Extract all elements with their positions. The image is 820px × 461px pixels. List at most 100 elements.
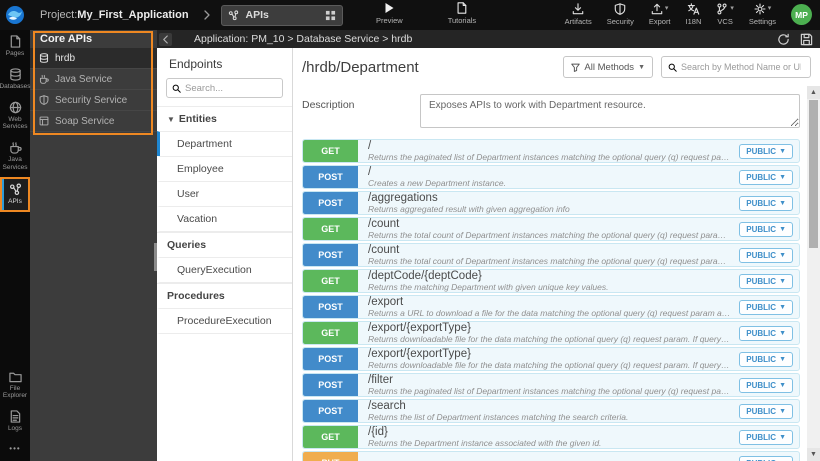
visibility-dropdown[interactable]: PUBLIC ▼	[739, 169, 793, 185]
panel-scrollbar-thumb[interactable]	[154, 243, 157, 271]
more-options-icon[interactable]: •••	[0, 438, 30, 461]
visibility-dropdown[interactable]: PUBLIC ▼	[739, 221, 793, 237]
caret-down-icon: ▼	[779, 199, 786, 207]
endpoint-item[interactable]: QueryExecution	[157, 257, 292, 283]
preview-button[interactable]: Preview	[376, 2, 403, 25]
project-name-value: My_First_Application	[77, 9, 189, 21]
topbar-actions: Artifacts Security ▾ Export I18N ▾ VCS ▾…	[565, 2, 812, 26]
visibility-dropdown[interactable]: PUBLIC ▼	[739, 247, 793, 263]
api-method-row[interactable]: GET /{id} Returns the Department instanc…	[302, 425, 800, 449]
api-method-row[interactable]: POST /search Returns the list of Departm…	[302, 399, 800, 423]
core-api-item-soap-service[interactable]: Soap Service	[30, 111, 157, 132]
upload-icon	[651, 3, 663, 14]
visibility-dropdown[interactable]: PUBLIC ▼	[739, 429, 793, 445]
endpoint-item[interactable]: ProcedureExecution	[157, 308, 292, 334]
user-avatar[interactable]: MP	[791, 4, 812, 25]
shield-icon	[615, 2, 626, 15]
chevron-right-icon	[203, 10, 211, 20]
endpoints-group-entities[interactable]: ▼ Entities	[157, 106, 292, 131]
artifacts-button[interactable]: Artifacts	[565, 2, 592, 26]
sidebar-item-pages[interactable]: Pages	[0, 30, 30, 63]
endpoints-group-procedures[interactable]: Procedures	[157, 283, 292, 308]
visibility-dropdown[interactable]: PUBLIC ▼	[739, 377, 793, 393]
sidebar-item-databases[interactable]: Databases	[0, 63, 31, 96]
methods-filter-dropdown[interactable]: All Methods ▼	[563, 56, 653, 78]
tutorials-label: Tutorials	[447, 16, 477, 25]
method-info: /aggregations Returns aggregated result …	[368, 192, 731, 214]
visibility-label: PUBLIC	[746, 250, 777, 260]
page-icon	[10, 35, 21, 48]
http-method-badge: POST	[303, 400, 358, 422]
sidebar-item-apis[interactable]: APIs	[0, 176, 30, 212]
core-api-item-security-service[interactable]: Security Service	[30, 90, 157, 111]
api-method-row[interactable]: GET /export/{exportType} Returns downloa…	[302, 321, 800, 345]
chevron-left-icon	[163, 34, 168, 44]
scrollbar-thumb[interactable]	[809, 100, 818, 248]
core-api-item-hrdb[interactable]: hrdb	[30, 48, 157, 69]
endpoints-search-input[interactable]	[185, 82, 275, 94]
main-content: /hrdb/Department All Methods ▼ Descripti…	[293, 48, 820, 461]
endpoints-group-queries[interactable]: Queries	[157, 232, 292, 257]
method-description: Returns the Department instance associat…	[368, 438, 602, 448]
scroll-up-button[interactable]: ▲	[807, 86, 820, 99]
methods-filter-label: All Methods	[584, 61, 635, 73]
collapse-panel-button[interactable]	[159, 32, 172, 46]
endpoints-search[interactable]	[166, 78, 283, 98]
wavemaker-logo[interactable]	[0, 0, 30, 30]
sidebar-item-java-services[interactable]: Java Services	[0, 136, 30, 177]
save-icon[interactable]	[800, 33, 813, 46]
api-method-row[interactable]: POST /export/{exportType} Returns downlo…	[302, 347, 800, 371]
visibility-dropdown[interactable]: PUBLIC ▼	[739, 195, 793, 211]
sidebar-item-logs[interactable]: Logs	[0, 405, 30, 438]
api-method-row[interactable]: POST /count Returns the total count of D…	[302, 243, 800, 267]
app-sub-header: Application: PM_10 > Database Service > …	[157, 30, 820, 48]
api-method-row[interactable]: GET / Returns the paginated list of Depa…	[302, 139, 800, 163]
api-method-row[interactable]: GET /deptCode/{deptCode} Returns the mat…	[302, 269, 800, 293]
sidebar-item-file-explorer[interactable]: File Explorer	[0, 366, 30, 406]
vertical-scrollbar[interactable]: ▲ ▼	[807, 86, 820, 461]
refresh-icon[interactable]	[777, 33, 790, 46]
method-search[interactable]	[661, 56, 811, 78]
api-method-row[interactable]: GET /count Returns the total count of De…	[302, 217, 800, 241]
visibility-dropdown[interactable]: PUBLIC ▼	[739, 325, 793, 341]
api-method-row[interactable]: POST /aggregations Returns aggregated re…	[302, 191, 800, 215]
api-method-row[interactable]: POST /export Returns a URL to download a…	[302, 295, 800, 319]
tutorials-button[interactable]: Tutorials	[448, 2, 476, 25]
visibility-dropdown[interactable]: PUBLIC ▼	[739, 299, 793, 315]
tab-apis[interactable]: APIs	[220, 4, 343, 26]
endpoint-item[interactable]: User	[157, 181, 292, 206]
endpoint-item[interactable]: Employee	[157, 156, 292, 181]
translate-icon	[687, 2, 700, 15]
endpoint-item[interactable]: Vacation	[157, 206, 292, 232]
scroll-down-button[interactable]: ▼	[807, 448, 820, 461]
endpoint-item[interactable]: Department	[157, 131, 292, 156]
description-textarea[interactable]: Exposes APIs to work with Department res…	[420, 94, 800, 128]
i18n-button[interactable]: I18N	[686, 2, 701, 26]
caret-down-icon: ▼	[779, 433, 786, 441]
vcs-button[interactable]: ▾ VCS	[716, 2, 734, 26]
api-method-row[interactable]: PUT PUBLIC ▼	[302, 451, 800, 461]
method-search-input[interactable]	[681, 62, 801, 72]
sidebar-item-web-services[interactable]: Web Services	[0, 96, 30, 137]
visibility-dropdown[interactable]: PUBLIC ▼	[739, 273, 793, 289]
visibility-dropdown[interactable]: PUBLIC ▼	[739, 455, 793, 461]
core-api-item-label: Soap Service	[55, 115, 115, 127]
endpoint-item-label: Department	[177, 138, 232, 150]
visibility-label: PUBLIC	[746, 224, 777, 234]
visibility-dropdown[interactable]: PUBLIC ▼	[739, 351, 793, 367]
api-method-row[interactable]: POST /filter Returns the paginated list …	[302, 373, 800, 397]
project-name: Project:My_First_Application	[40, 9, 189, 21]
method-path: /aggregations	[368, 192, 438, 204]
grid-icon[interactable]	[325, 10, 336, 21]
http-method-badge: GET	[303, 270, 358, 292]
visibility-dropdown[interactable]: PUBLIC ▼	[739, 403, 793, 419]
method-path: /{id}	[368, 426, 388, 438]
security-button[interactable]: Security	[607, 2, 634, 26]
database-icon	[39, 53, 49, 63]
settings-button[interactable]: ▾ Settings	[749, 2, 776, 26]
core-api-item-java-service[interactable]: Java Service	[30, 69, 157, 90]
visibility-dropdown[interactable]: PUBLIC ▼	[739, 143, 793, 159]
http-method-badge: PUT	[303, 452, 358, 461]
api-method-row[interactable]: POST / Creates a new Department instance…	[302, 165, 800, 189]
export-button[interactable]: ▾ Export	[649, 2, 671, 26]
